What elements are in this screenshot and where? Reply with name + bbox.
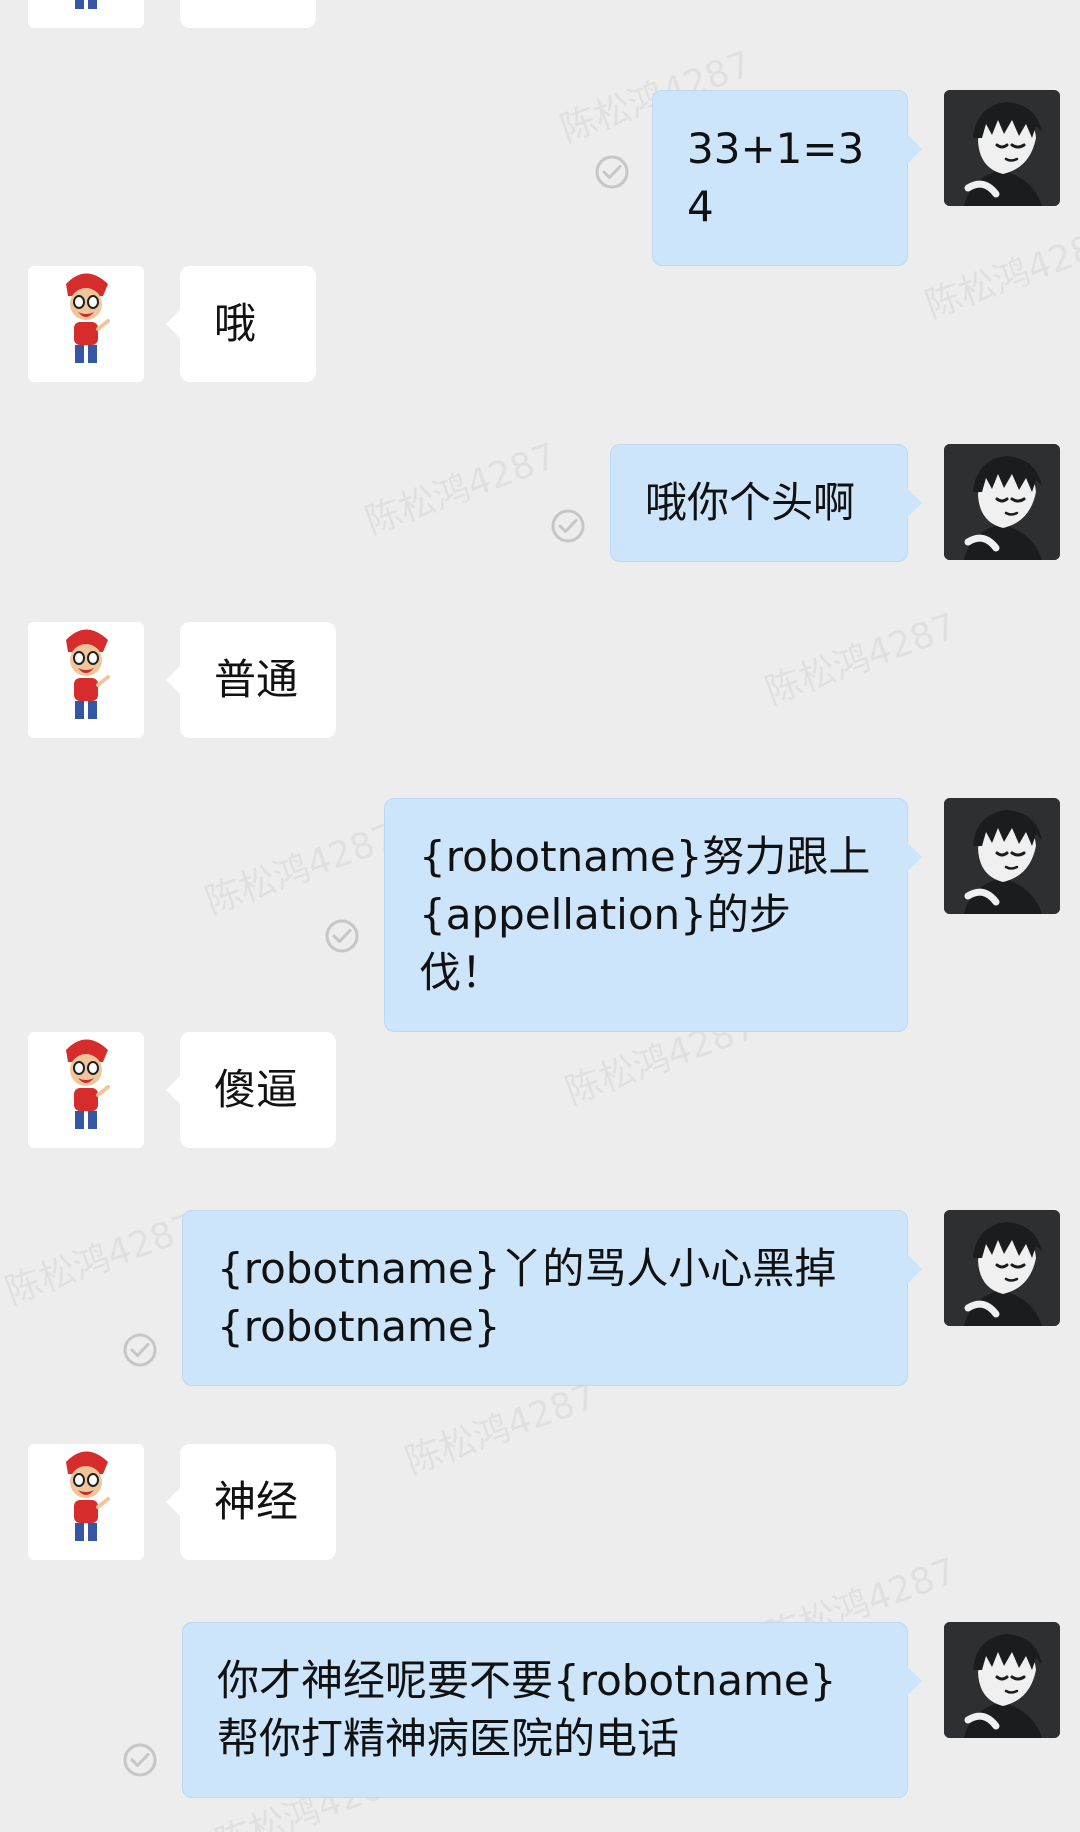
- message-bubble[interactable]: 哦: [166, 266, 316, 382]
- message-bubble[interactable]: 普通: [166, 622, 336, 738]
- read-check-icon: [122, 1742, 158, 1778]
- boy-avatar-icon[interactable]: [944, 1622, 1060, 1738]
- message-bubble[interactable]: {robotname}努力跟上 {appellation}的步伐！: [384, 798, 922, 1032]
- boy-avatar-icon[interactable]: [944, 1210, 1060, 1326]
- boy-avatar-icon[interactable]: [944, 444, 1060, 560]
- message-row: 神经: [0, 1444, 1080, 1560]
- message-bubble[interactable]: [180, 0, 316, 28]
- message-bubble[interactable]: 哦你个头啊: [610, 444, 922, 562]
- message-row: {robotname}努力跟上 {appellation}的步伐！: [0, 798, 1080, 1032]
- cartoon-avatar-icon[interactable]: [28, 1444, 144, 1560]
- message-bubble[interactable]: {robotname}丫的骂人小心黑掉 {robotname}: [182, 1210, 922, 1386]
- message-row: {robotname}丫的骂人小心黑掉 {robotname}: [0, 1210, 1080, 1386]
- message-bubble[interactable]: 你才神经呢要不要{robotname} 帮你打精神病医院的电话: [182, 1622, 922, 1798]
- cartoon-avatar-icon[interactable]: [28, 0, 144, 28]
- boy-avatar-icon[interactable]: [944, 798, 1060, 914]
- boy-avatar-icon[interactable]: [944, 90, 1060, 206]
- message-row: 傻逼: [0, 1032, 1080, 1148]
- chat-area[interactable]: 陈松鸿4287 陈松鸿4287 陈松鸿4287 陈松鸿4287 陈松鸿4287 …: [0, 0, 1080, 1832]
- read-check-icon: [594, 154, 630, 190]
- cartoon-avatar-icon[interactable]: [28, 1032, 144, 1148]
- read-check-icon: [122, 1332, 158, 1368]
- read-check-icon: [550, 508, 586, 544]
- message-row: 33+1=34: [0, 90, 1080, 266]
- message-row: 哦: [0, 266, 1080, 382]
- message-row: 哦你个头啊: [0, 444, 1080, 562]
- message-row: 普通: [0, 622, 1080, 738]
- message-bubble[interactable]: 神经: [166, 1444, 336, 1560]
- message-bubble[interactable]: 33+1=34: [652, 90, 922, 266]
- message-bubble[interactable]: 傻逼: [166, 1032, 336, 1148]
- read-check-icon: [324, 918, 360, 954]
- cartoon-avatar-icon[interactable]: [28, 266, 144, 382]
- message-row: 你才神经呢要不要{robotname} 帮你打精神病医院的电话: [0, 1622, 1080, 1798]
- cartoon-avatar-icon[interactable]: [28, 622, 144, 738]
